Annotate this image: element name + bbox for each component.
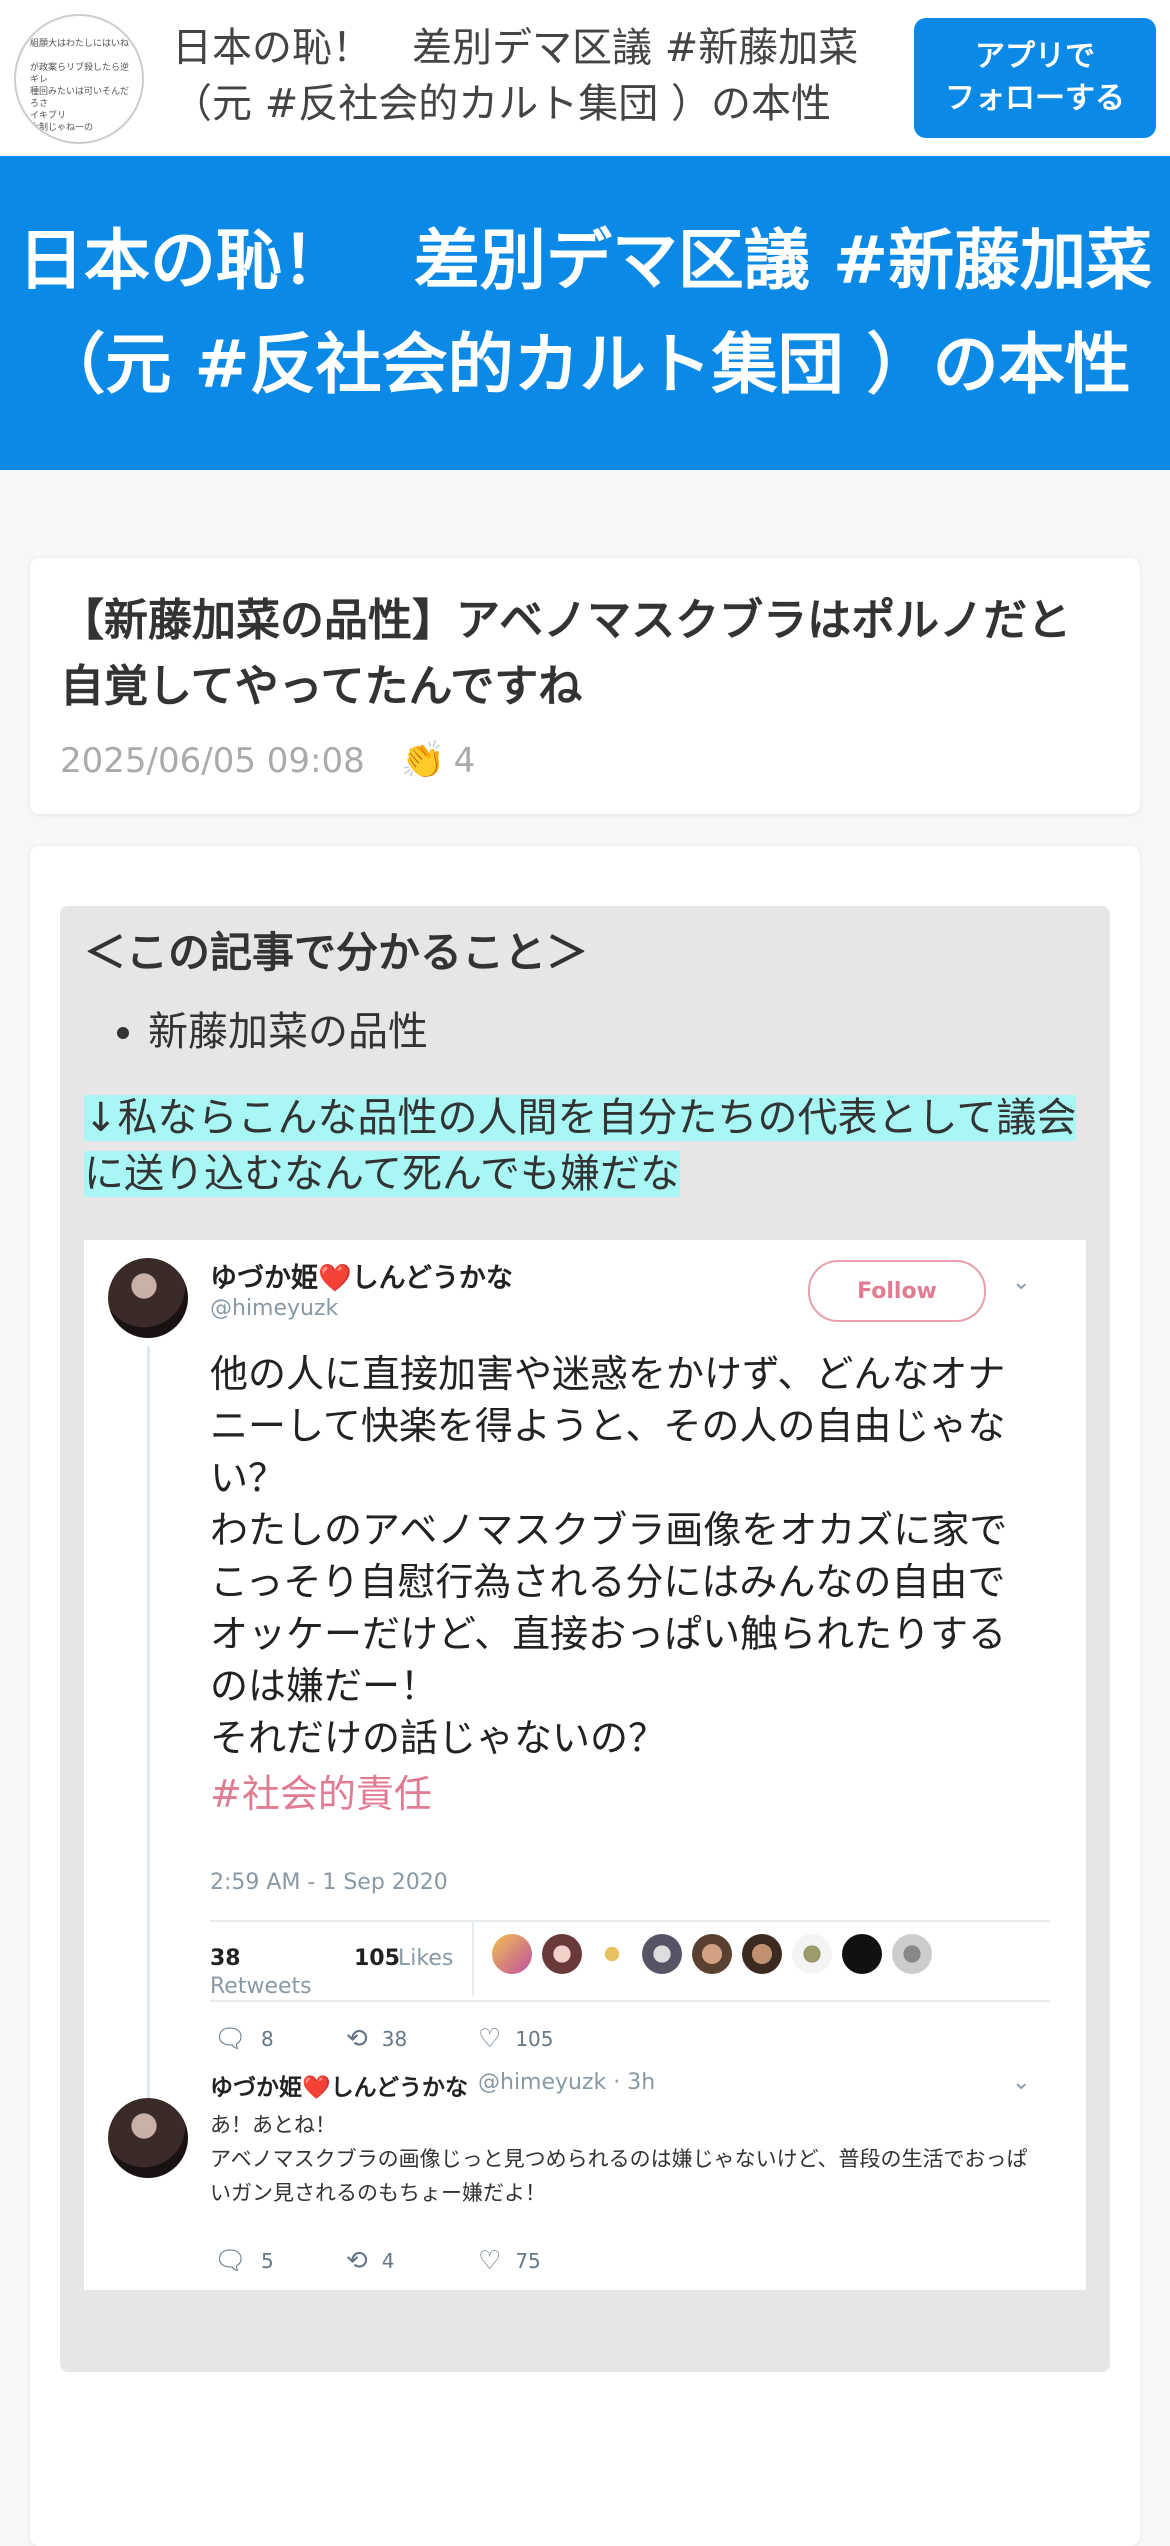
liker-avatar bbox=[592, 1934, 632, 1974]
liker-avatar bbox=[542, 1934, 582, 1974]
blog-title: 日本の恥！ 差別デマ区議 #新藤加菜（元 #反社会的カルト集団 ）の本性 bbox=[17, 222, 1153, 403]
reply-author-name-part: ゆづか姫 bbox=[210, 2075, 302, 2101]
blog-header-banner[interactable]: 日本の恥！ 差別デマ区議 #新藤加菜（元 #反社会的カルト集団 ）の本性 bbox=[0, 156, 1170, 470]
divider bbox=[472, 1920, 474, 1996]
clap-count: 4 bbox=[453, 741, 476, 781]
reply-icon: 🗨 bbox=[214, 2024, 248, 2054]
reply-handle-time: @himeyuzk · 3h bbox=[478, 2070, 656, 2095]
retweet-count: 4 bbox=[381, 2249, 395, 2273]
reply-count: 8 bbox=[261, 2027, 274, 2051]
tweet-author-avatar bbox=[108, 1258, 188, 1338]
thread-line bbox=[147, 1346, 150, 2116]
entry-body-card: ＜この記事で分かること＞ 新藤加菜の品性 ↓私ならこんな品性の人間を自分たちの代… bbox=[30, 846, 1140, 2546]
reply-action: 🗨 8 bbox=[214, 2024, 274, 2054]
like-count: 75 bbox=[515, 2249, 541, 2273]
topbar-blog-title[interactable]: 日本の恥！ 差別デマ区議 #新藤加菜（元 #反社会的カルト集団 ）の本性 bbox=[172, 20, 872, 132]
heart-outline-icon: ♡ bbox=[478, 2024, 502, 2054]
app-follow-button[interactable]: アプリで フォローする bbox=[914, 18, 1156, 138]
like-action: ♡ 105 bbox=[478, 2024, 554, 2054]
liker-avatar bbox=[792, 1934, 832, 1974]
like-action-count: 105 bbox=[515, 2027, 554, 2051]
tweet-hashtag: #社会的責任 bbox=[210, 1772, 432, 1816]
retweet-label: Retweets bbox=[210, 1974, 312, 1999]
divider bbox=[210, 1920, 1050, 1922]
summary-list: 新藤加菜の品性 bbox=[102, 1002, 428, 1062]
like-count: 105 bbox=[354, 1946, 400, 1971]
chevron-down-icon: ⌄ bbox=[1012, 1270, 1031, 1295]
tweet-timestamp: 2:59 AM - 1 Sep 2020 bbox=[210, 1870, 448, 1895]
summary-item: 新藤加菜の品性 bbox=[148, 1002, 428, 1062]
entry-meta: 2025/06/05 09:08 👏 4 bbox=[60, 736, 475, 786]
liker-avatar bbox=[742, 1934, 782, 1974]
heart-outline-icon: ♡ bbox=[478, 2246, 502, 2276]
retweet-action-count: 38 bbox=[381, 2027, 408, 2051]
entry-date: 2025/06/05 09:08 bbox=[60, 741, 365, 781]
like-label: Likes bbox=[398, 1946, 454, 1971]
liker-avatar bbox=[692, 1934, 732, 1974]
heart-icon: ❤️ bbox=[302, 2075, 331, 2101]
reply-icon: 🗨 bbox=[214, 2246, 248, 2276]
blog-avatar-text: 組願大はわたしにはいね が政案らリブ殺したら逆ギレ 種回みたいは可いそんだろさ … bbox=[30, 39, 130, 133]
blog-avatar[interactable]: 組願大はわたしにはいね が政案らリブ殺したら逆ギレ 種回みたいは可いそんだろさ … bbox=[14, 14, 144, 144]
highlight-span: ↓私ならこんな品性の人間を自分たちの代表として議会に送り込むなんて死んでも嫌だな bbox=[84, 1095, 1077, 1197]
app-topbar: 組願大はわたしにはいね が政案らリブ殺したら逆ギレ 種回みたいは可いそんだろさ … bbox=[0, 0, 1170, 156]
reply-text: あ！あとね！ アベノマスクブラの画像じっと見つめられるのは嫌じゃないけど、普段の… bbox=[210, 2113, 1028, 2205]
liker-avatar bbox=[492, 1934, 532, 1974]
reply-author-name-part: しんどうかな bbox=[330, 2075, 468, 2101]
chevron-down-icon: ⌄ bbox=[1012, 2070, 1031, 2095]
retweet-icon: ⟲ bbox=[346, 2024, 368, 2054]
like-action: ♡ 75 bbox=[478, 2246, 541, 2276]
clap-icon[interactable]: 👏 bbox=[401, 736, 446, 786]
divider bbox=[210, 2000, 1050, 2002]
retweet-count: 38 bbox=[210, 1946, 241, 1971]
liker-avatar bbox=[642, 1934, 682, 1974]
tweet-author-name-part: ゆづか姫 bbox=[210, 1263, 318, 1294]
heart-icon: ❤️ bbox=[318, 1263, 352, 1294]
summary-box: ＜この記事で分かること＞ 新藤加菜の品性 ↓私ならこんな品性の人間を自分たちの代… bbox=[60, 906, 1110, 2372]
reply-author-name: ゆづか姫❤️しんどうかな bbox=[210, 2068, 468, 2102]
tweet-author-name-part: しんどうかな bbox=[351, 1263, 513, 1294]
tweet-author-handle: @himeyuzk bbox=[210, 1296, 339, 1321]
retweet-action: ⟲ 38 bbox=[346, 2024, 407, 2054]
tweet-author-name: ゆづか姫❤️しんどうかな bbox=[210, 1256, 513, 1295]
reply-count: 5 bbox=[261, 2249, 274, 2273]
liker-avatars bbox=[492, 1934, 932, 1974]
embedded-tweet-screenshot[interactable]: ゆづか姫❤️しんどうかな @himeyuzk Follow ⌄ 他の人に直接加害… bbox=[84, 1240, 1086, 2290]
retweet-icon: ⟲ bbox=[346, 2246, 368, 2276]
entry-title: 【新藤加菜の品性】アベノマスクブラはポルノだと自覚してやってたんですね bbox=[60, 595, 1072, 712]
tweet-follow-button: Follow bbox=[808, 1260, 986, 1322]
liker-avatar bbox=[892, 1934, 932, 1974]
reply-action: 🗨 5 bbox=[214, 2246, 274, 2276]
retweet-action: ⟲ 4 bbox=[346, 2246, 395, 2276]
reply-author-avatar bbox=[108, 2098, 188, 2178]
liker-avatar bbox=[842, 1934, 882, 1974]
entry-header-card: 【新藤加菜の品性】アベノマスクブラはポルノだと自覚してやってたんですね 2025… bbox=[30, 558, 1140, 814]
tweet-text: 他の人に直接加害や迷惑をかけず、どんなオナニーして快楽を得ようと、その人の自由じ… bbox=[210, 1352, 1008, 1760]
summary-heading: ＜この記事で分かること＞ bbox=[84, 928, 589, 977]
highlighted-paragraph: ↓私ならこんな品性の人間を自分たちの代表として議会に送り込むなんて死んでも嫌だな bbox=[84, 1090, 1094, 1202]
